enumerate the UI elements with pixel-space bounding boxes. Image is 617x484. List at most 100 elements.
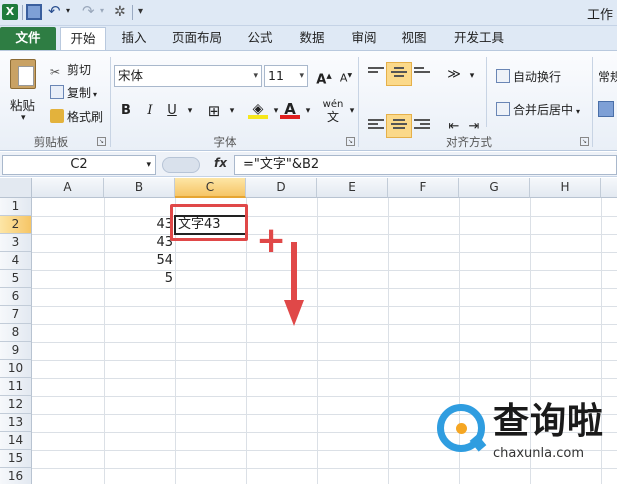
orientation-icon[interactable]: ≫ [444,65,464,85]
merge-center-button[interactable]: 合并后居中 ▾ [496,101,580,118]
grow-font-button[interactable]: A▲ [314,66,334,87]
redo-icon[interactable]: ↷ [82,4,98,20]
paste-button[interactable]: 粘贴 [10,95,35,114]
underline-dropdown-icon[interactable]: ▾ [180,101,200,121]
cut-button[interactable]: ✂ 剪切 [50,61,91,79]
gridline [32,360,617,361]
row-header-11[interactable]: 11 [0,378,32,396]
formula-bar: C2 ▾ fx ="文字"&B2 [0,152,617,177]
wrap-text-label: 自动换行 [513,70,562,84]
tab-insert[interactable]: 插入 [112,27,156,50]
paste-icon[interactable] [10,59,36,89]
select-all-corner[interactable] [0,178,32,198]
fill-color-icon[interactable]: ◈ [248,99,268,119]
alignment-launcher-icon[interactable]: ↘ [580,137,589,146]
phonetic-dropdown-icon[interactable]: ▾ [342,101,362,121]
number-format-select[interactable]: 常规 [598,68,617,85]
insert-function-icon[interactable]: fx [214,156,227,170]
row-header-5[interactable]: 5 [0,270,32,288]
tab-view[interactable]: 视图 [394,27,434,50]
column-header-e[interactable]: E [317,178,388,198]
row-header-10[interactable]: 10 [0,360,32,378]
bold-button[interactable]: B [116,101,136,121]
tab-file[interactable]: 文件 [0,27,56,50]
tab-formulas[interactable]: 公式 [240,27,280,50]
copy-button[interactable]: 复制 ▾ [50,84,97,101]
row-header-8[interactable]: 8 [0,324,32,342]
column-header-overflow [601,178,617,198]
row-header-6[interactable]: 6 [0,288,32,306]
border-icon[interactable]: ⊞ [204,101,224,121]
name-box[interactable]: C2 ▾ [2,155,156,175]
separator [22,5,23,20]
row-header-16[interactable]: 16 [0,468,32,484]
copy-dropdown-icon[interactable]: ▾ [93,90,97,99]
shrink-font-button[interactable]: A▼ [336,66,356,86]
column-header-h[interactable]: H [530,178,601,198]
tab-review[interactable]: 审阅 [342,27,386,50]
cell-b4[interactable]: 54 [104,252,175,270]
format-painter-button[interactable]: 格式刷 [50,108,103,125]
undo-icon[interactable]: ↶ [48,4,64,20]
watermark-text: 查询啦 [493,401,605,442]
font-launcher-icon[interactable]: ↘ [346,137,355,146]
formula-bar-grip[interactable] [162,157,200,173]
right-align-icon[interactable] [414,119,430,133]
tab-data[interactable]: 数据 [290,27,334,50]
column-header-f[interactable]: F [388,178,459,198]
gridline [388,198,389,484]
chevron-down-icon: ▾ [253,71,258,81]
column-header-c[interactable]: C [175,178,246,198]
font-color-dropdown-icon[interactable]: ▾ [298,101,318,121]
top-align-icon[interactable] [368,67,384,81]
column-header-g[interactable]: G [459,178,530,198]
cell-b2[interactable]: 43 [104,216,175,234]
bottom-align-icon[interactable] [414,67,430,81]
row-header-3[interactable]: 3 [0,234,32,252]
row-header-2[interactable]: 2 [0,216,32,234]
middle-align-icon[interactable] [391,67,407,81]
wrap-text-button[interactable]: 自动换行 [496,68,561,85]
border-dropdown-icon[interactable]: ▾ [222,101,242,121]
tab-page-layout[interactable]: 页面布局 [164,27,230,50]
window-title: 工作 [586,8,613,23]
orientation-dropdown-icon[interactable]: ▾ [462,66,482,86]
tab-home[interactable]: 开始 [60,27,106,50]
left-align-icon[interactable] [368,119,384,133]
formula-input[interactable]: ="文字"&B2 [234,155,617,175]
quick-access-toolbar: X ↶ ▾ ↷ ▾ ✲ ▾ 工作 [0,0,617,26]
row-header-14[interactable]: 14 [0,432,32,450]
italic-button[interactable]: I [140,101,160,121]
font-color-icon[interactable]: A [280,99,300,119]
row-header-1[interactable]: 1 [0,198,32,216]
worksheet-grid[interactable]: A B C D E F G H 1 2 3 4 5 6 7 8 9 10 11 … [0,178,617,484]
cell-b5[interactable]: 5 [104,270,175,288]
clipboard-launcher-icon[interactable]: ↘ [97,137,106,146]
row-header-9[interactable]: 9 [0,342,32,360]
number-format-icon[interactable] [598,101,614,117]
save-icon[interactable] [26,4,42,20]
group-separator [486,57,487,127]
tab-developer[interactable]: 开发工具 [446,27,512,50]
column-header-d[interactable]: D [246,178,317,198]
font-name-select[interactable]: 宋体 ▾ [114,65,262,87]
wand-icon[interactable]: ✲ [114,4,130,20]
paste-dropdown-icon[interactable]: ▾ [21,113,26,123]
row-header-12[interactable]: 12 [0,396,32,414]
merge-dropdown-icon[interactable]: ▾ [576,107,580,116]
row-header-4[interactable]: 4 [0,252,32,270]
column-header-b[interactable]: B [104,178,175,198]
customize-toolbar-icon[interactable]: ▾ [138,4,154,20]
cell-b3[interactable]: 43 [104,234,175,252]
row-header-13[interactable]: 13 [0,414,32,432]
font-size-select[interactable]: 11 ▾ [264,65,308,87]
watermark-url: chaxunla.com [493,446,584,461]
center-align-icon[interactable] [391,119,407,133]
row-header-7[interactable]: 7 [0,306,32,324]
undo-dropdown-icon[interactable]: ▾ [66,6,82,22]
row-header-15[interactable]: 15 [0,450,32,468]
column-header-a[interactable]: A [32,178,104,198]
ribbon-tabs: 文件 开始 插入 页面布局 公式 数据 审阅 视图 开发工具 [0,26,617,50]
underline-button[interactable]: U [162,101,182,121]
merge-center-label: 合并后居中 [513,103,574,117]
